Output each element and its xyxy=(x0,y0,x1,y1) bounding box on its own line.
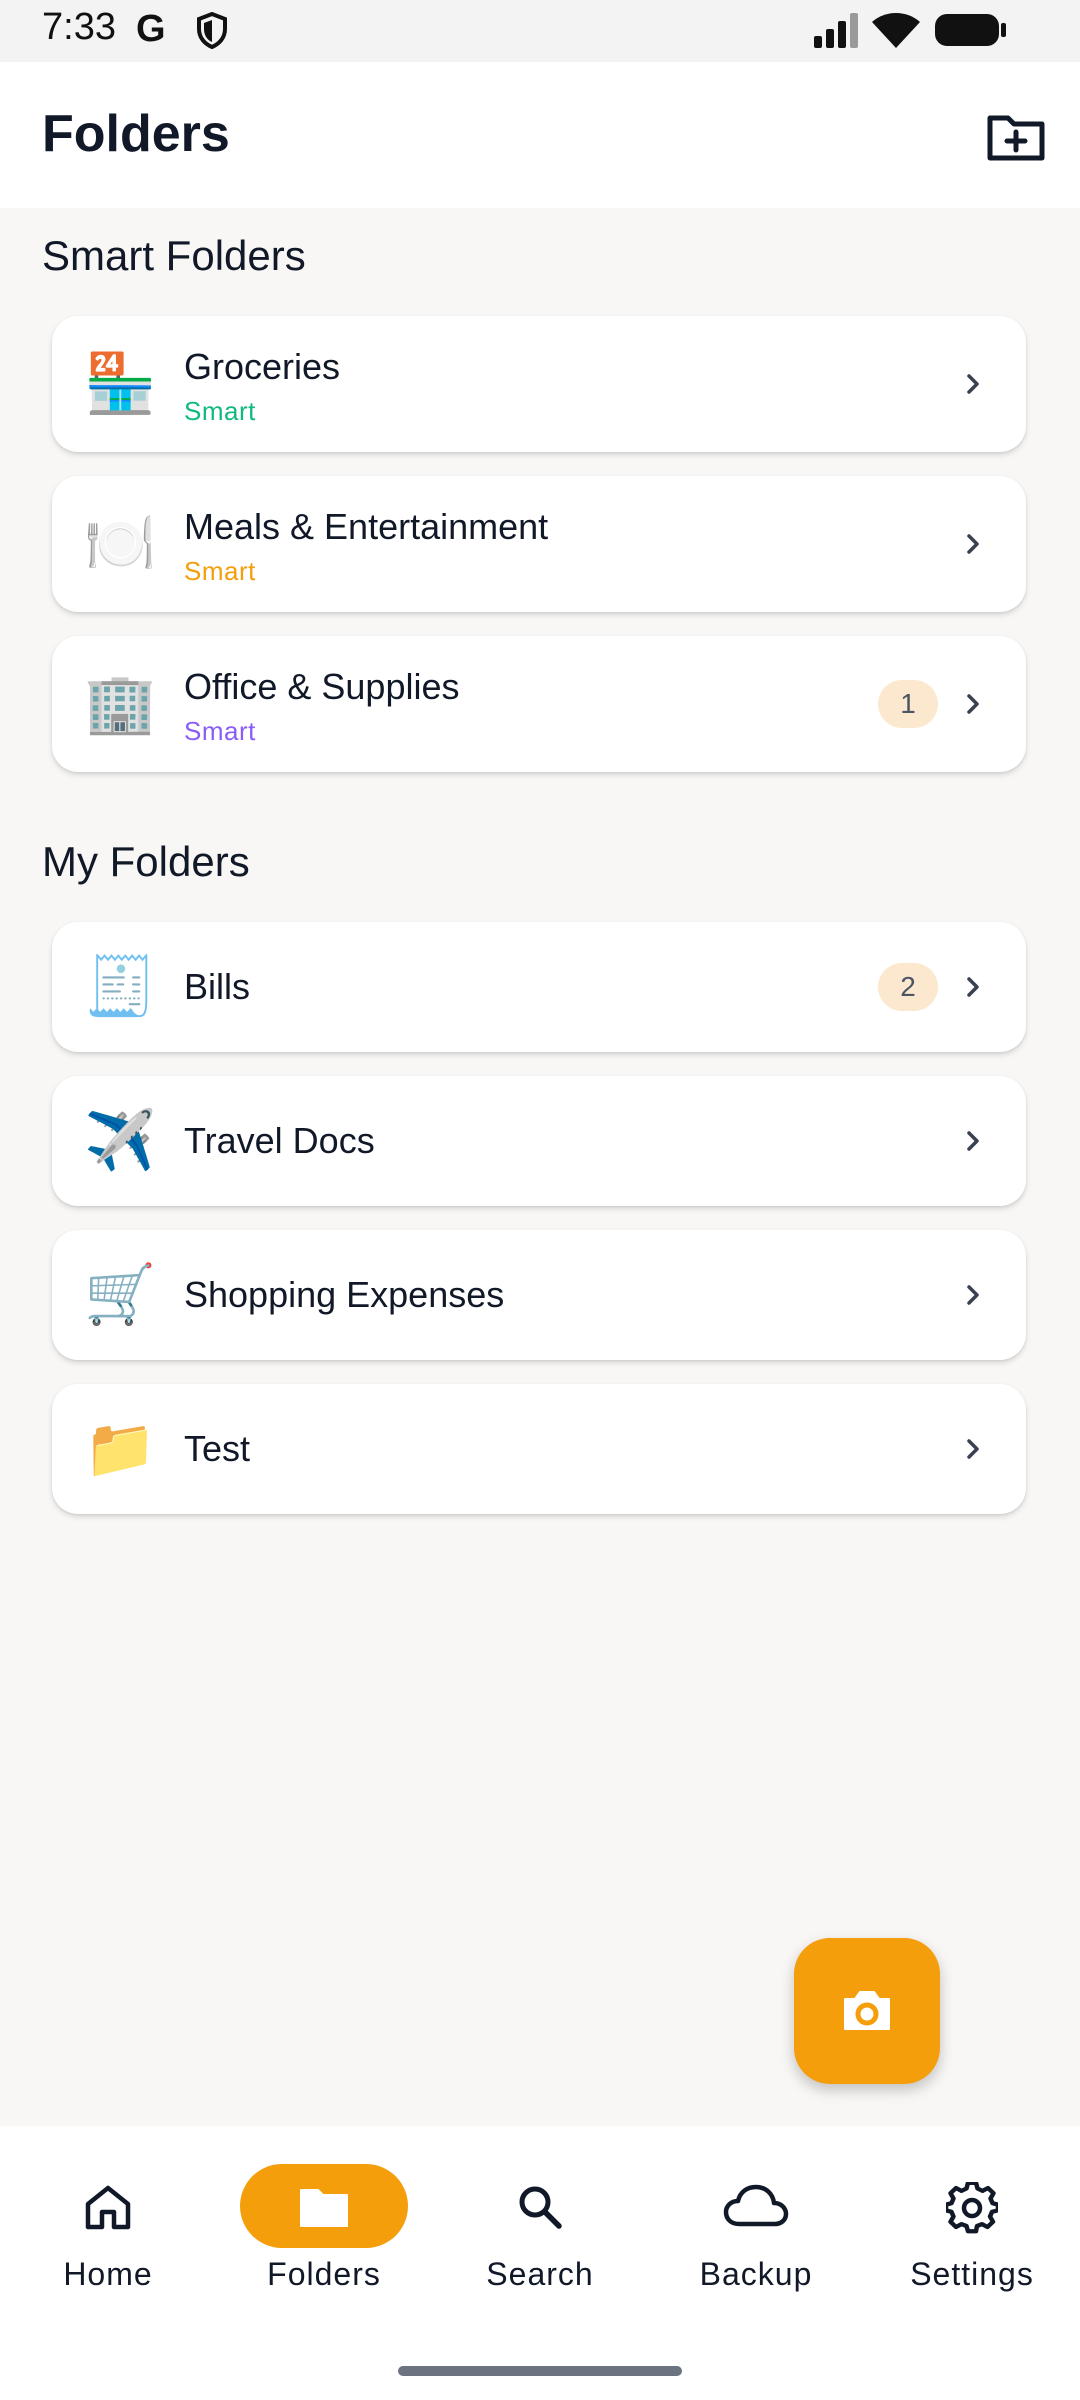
folder-card-meals[interactable]: 🍽️ Meals & Entertainment Smart xyxy=(52,476,1026,612)
cloud-icon xyxy=(723,2184,789,2227)
bottom-navigation: Home Folders Search Backup Settings xyxy=(0,2126,1080,2400)
folder-card-shopping-expenses[interactable]: 🛒 Shopping Expenses xyxy=(52,1230,1026,1360)
nav-item-search[interactable]: Search xyxy=(440,2164,640,2293)
chevron-right-icon xyxy=(967,977,979,997)
nav-item-home[interactable]: Home xyxy=(8,2164,208,2293)
folder-card-bills[interactable]: 🧾 Bills 2 xyxy=(52,922,1026,1052)
chevron-right-icon xyxy=(967,1285,979,1305)
plate-cutlery-icon: 🍽️ xyxy=(84,511,157,576)
folder-card-travel-docs[interactable]: ✈️ Travel Docs xyxy=(52,1076,1026,1206)
nav-item-backup[interactable]: Backup xyxy=(656,2164,856,2293)
chevron-right-icon xyxy=(967,1131,979,1151)
signal-icon xyxy=(814,13,858,48)
count-badge: 1 xyxy=(878,680,938,728)
nav-label: Folders xyxy=(267,2256,381,2292)
nav-item-settings[interactable]: Settings xyxy=(872,2164,1072,2293)
folder-name: Test xyxy=(184,1428,251,1469)
nav-label: Home xyxy=(63,2256,153,2292)
chevron-right-icon xyxy=(967,374,979,394)
search-icon xyxy=(519,2186,562,2229)
camera-icon xyxy=(844,1991,890,2030)
home-indicator[interactable] xyxy=(398,2366,682,2376)
folder-type-label: Smart xyxy=(184,716,256,746)
office-building-icon: 🏢 xyxy=(84,671,157,736)
folder-name: Office & Supplies xyxy=(184,666,460,707)
nav-label: Settings xyxy=(910,2256,1034,2292)
nav-label: Search xyxy=(486,2256,594,2292)
folder-type-label: Smart xyxy=(184,556,256,586)
google-icon: G xyxy=(136,8,166,50)
folder-name: Shopping Expenses xyxy=(184,1274,505,1315)
page-title: Folders xyxy=(42,105,230,163)
status-time: 7:33 xyxy=(42,6,116,48)
camera-fab-button[interactable] xyxy=(794,1938,940,2084)
chevron-right-icon xyxy=(967,1439,979,1459)
app-header: Folders xyxy=(0,62,1080,208)
folder-plus-icon[interactable] xyxy=(986,112,1046,162)
folder-card-office[interactable]: 🏢 Office & Supplies Smart 1 xyxy=(52,636,1026,772)
folder-card-test[interactable]: 📁 Test xyxy=(52,1384,1026,1514)
airplane-icon: ✈️ xyxy=(84,1108,157,1173)
battery-icon xyxy=(935,14,1006,46)
section-title-smart: Smart Folders xyxy=(42,232,306,279)
folder-type-label: Smart xyxy=(184,396,256,426)
count-badge: 2 xyxy=(878,963,938,1011)
nav-label: Backup xyxy=(699,2256,813,2292)
home-icon xyxy=(85,2185,131,2230)
folder-name: Meals & Entertainment xyxy=(184,506,549,547)
section-title-my-folders: My Folders xyxy=(42,838,250,885)
folder-name: Groceries xyxy=(184,346,341,387)
nav-item-folders[interactable]: Folders xyxy=(224,2164,424,2293)
folder-name: Travel Docs xyxy=(184,1120,375,1161)
status-bar: 7:33 G xyxy=(0,0,1080,62)
convenience-store-icon: 🏪 xyxy=(84,351,157,416)
chevron-right-icon xyxy=(967,694,979,714)
wifi-icon xyxy=(872,13,920,48)
folder-icon xyxy=(300,2189,348,2227)
receipt-icon: 🧾 xyxy=(84,954,157,1019)
shield-icon xyxy=(197,12,227,50)
folder-name: Bills xyxy=(184,966,251,1007)
gear-icon xyxy=(946,2182,998,2234)
shopping-cart-icon: 🛒 xyxy=(84,1262,157,1327)
chevron-right-icon xyxy=(967,534,979,554)
folder-card-groceries[interactable]: 🏪 Groceries Smart xyxy=(52,316,1026,452)
folder-icon: 📁 xyxy=(84,1416,157,1481)
